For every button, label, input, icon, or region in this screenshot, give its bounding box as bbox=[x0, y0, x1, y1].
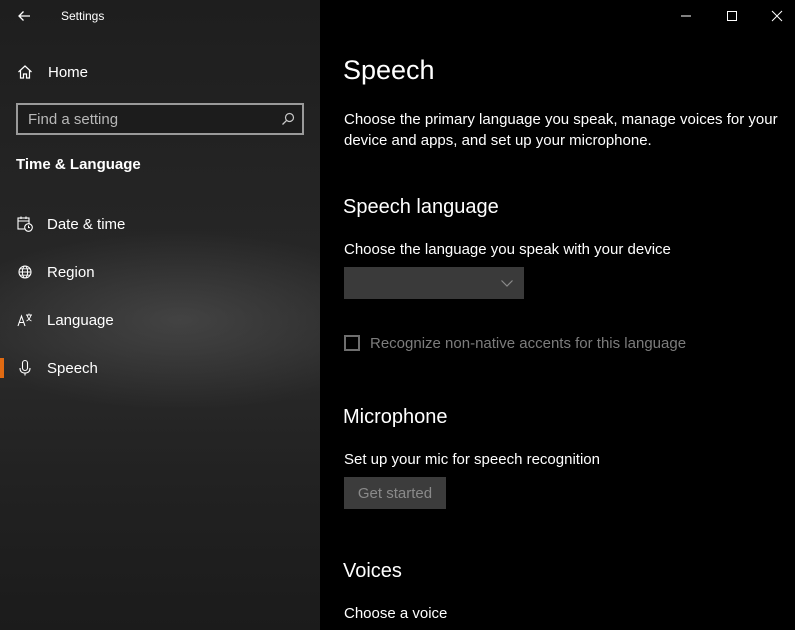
speech-language-dropdown[interactable] bbox=[344, 267, 524, 299]
search-input[interactable] bbox=[18, 105, 278, 133]
search-box[interactable] bbox=[16, 103, 304, 135]
sidebar-item-language[interactable]: Language bbox=[0, 300, 320, 340]
accents-checkbox-row[interactable]: Recognize non-native accents for this la… bbox=[344, 332, 686, 354]
sidebar-item-label: Date & time bbox=[47, 215, 126, 233]
get-started-button[interactable]: Get started bbox=[344, 477, 446, 509]
page-title: Speech bbox=[343, 55, 435, 85]
microphone-heading: Microphone bbox=[343, 406, 448, 428]
selected-indicator bbox=[0, 358, 4, 378]
accents-checkbox-label: Recognize non-native accents for this la… bbox=[370, 334, 687, 352]
speech-language-label: Choose the language you speak with your … bbox=[344, 241, 671, 258]
microphone-label: Set up your mic for speech recognition bbox=[344, 451, 600, 468]
close-icon bbox=[771, 10, 783, 21]
voices-label: Choose a voice bbox=[344, 605, 448, 622]
main-content: Speech Choose the primary language you s… bbox=[320, 0, 795, 630]
page-description: Choose the primary language you speak, m… bbox=[344, 111, 778, 149]
language-icon bbox=[16, 311, 34, 329]
speech-language-heading: Speech language bbox=[343, 196, 499, 218]
window-title: Settings bbox=[61, 9, 105, 23]
chevron-down-icon bbox=[501, 280, 513, 287]
sidebar-item-label: Speech bbox=[47, 359, 98, 377]
accents-checkbox[interactable] bbox=[344, 335, 360, 351]
back-button[interactable] bbox=[14, 5, 36, 27]
home-icon bbox=[16, 63, 34, 81]
maximize-button[interactable] bbox=[709, 0, 755, 31]
sidebar-item-speech[interactable]: Speech bbox=[0, 348, 320, 388]
sidebar-item-label: Region bbox=[47, 263, 95, 281]
calendar-clock-icon bbox=[16, 215, 34, 233]
minimize-button[interactable] bbox=[663, 0, 709, 31]
maximize-icon bbox=[727, 10, 737, 21]
microphone-icon bbox=[16, 359, 34, 377]
sidebar-item-region[interactable]: Region bbox=[0, 252, 320, 292]
search-icon[interactable] bbox=[280, 111, 296, 127]
voices-heading: Voices bbox=[343, 560, 402, 582]
sidebar-item-label: Language bbox=[47, 311, 114, 329]
minimize-icon bbox=[681, 15, 691, 16]
sidebar-item-label: Home bbox=[48, 63, 89, 81]
section-header: Time & Language bbox=[16, 156, 141, 173]
sidebar: Settings Home Time & Language Date & tim… bbox=[0, 0, 320, 630]
globe-icon bbox=[16, 263, 34, 281]
sidebar-item-date-time[interactable]: Date & time bbox=[0, 204, 320, 244]
close-button[interactable] bbox=[754, 0, 795, 31]
back-arrow-icon bbox=[18, 11, 30, 21]
sidebar-item-home[interactable]: Home bbox=[0, 52, 320, 92]
